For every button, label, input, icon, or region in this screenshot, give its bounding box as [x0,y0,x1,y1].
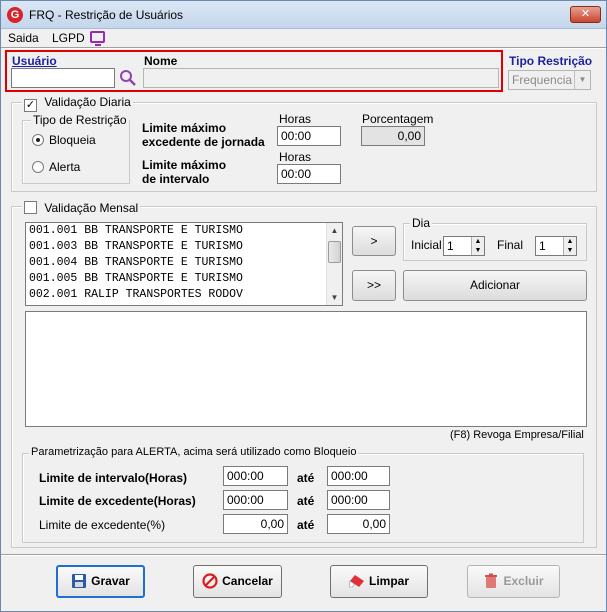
horas-label-1: Horas [279,112,312,126]
porcentagem-label: Porcentagem [362,112,434,126]
title-bar: G FRQ - Restrição de Usuários ✕ [1,1,606,29]
chevron-down-icon[interactable]: ▼ [574,71,590,89]
trash-icon [485,573,498,588]
usuario-label: Usuário [12,54,57,68]
list-item[interactable]: 001.003 BB TRANSPORTE E TURISMO [26,239,342,255]
usuario-input[interactable] [11,68,115,88]
limite-intervalo-label-1: Limite máximo [142,158,227,172]
tipo-restricao-label: Tipo Restrição [509,54,593,68]
ate-label-2: até [297,494,315,508]
scroll-down-icon[interactable]: ▼ [327,290,342,305]
excedente-pct-de-input[interactable]: 0,00 [223,514,288,534]
validacao-diaria-checkbox[interactable]: ✓ [24,99,37,112]
validacao-mensal-label: Validação Mensal [44,201,139,215]
limpar-button[interactable]: Limpar [330,565,428,598]
ate-label-3: até [297,518,315,532]
porcentagem-field: 0,00 [361,126,425,146]
limite-excedente-pct-label: Limite de excedente(%) [39,518,166,532]
limite-jornada-label-1: Limite máximo [142,121,227,135]
intervalo-ate-input[interactable]: 000:00 [327,466,390,486]
eraser-icon [348,574,364,588]
final-label: Final [497,238,524,252]
limite-intervalo-label-2: de intervalo [142,172,210,186]
limpar-label: Limpar [368,574,409,588]
selected-empresas-list[interactable] [25,311,587,427]
cancel-icon [202,573,218,589]
close-window-button[interactable]: ✕ [570,6,601,23]
cancelar-label: Cancelar [222,574,273,588]
excedente-pct-ate-input[interactable]: 0,00 [327,514,390,534]
nome-field [143,68,499,88]
list-item[interactable]: 002.001 RALIP TRANSPORTES RODOV [26,287,342,303]
ate-label-1: até [297,471,315,485]
menu-saida-label: Saida [8,31,39,45]
radio-alerta-label: Alerta [49,160,81,174]
list-item[interactable]: 001.001 BB TRANSPORTE E TURISMO [26,223,342,239]
list-scrollbar[interactable]: ▲ ▼ [326,223,342,305]
tipo-restricao-value: Frequencia [512,73,573,87]
intervalo-de-input[interactable]: 000:00 [223,466,288,486]
gravar-label: Gravar [91,574,130,588]
search-icon[interactable] [119,69,137,87]
scroll-up-icon[interactable]: ▲ [327,223,342,238]
tipo-restricao-group: Tipo de Restrição [22,113,130,184]
app-logo-icon: G [7,7,23,23]
cancelar-button[interactable]: Cancelar [193,565,282,598]
limite-intervalo-input[interactable]: 00:00 [277,164,341,184]
tipo-restricao-select[interactable]: Frequencia ▼ [508,70,591,90]
spinner-arrows-icon[interactable]: ▲ ▼ [471,237,484,255]
excedente-ate-input[interactable]: 000:00 [327,490,390,510]
menu-lgpd[interactable]: LGPD [52,31,85,45]
revoga-hint: (F8) Revoga Empresa/Filial [450,429,584,441]
limite-jornada-input[interactable]: 00:00 [277,126,341,146]
validacao-mensal-header: Validação Mensal [22,199,141,215]
empresa-filial-list[interactable]: 001.001 BB TRANSPORTE E TURISMO 001.003 … [25,222,343,306]
final-spinner[interactable]: 1 ▲ ▼ [535,236,577,256]
limite-excedente-horas-label: Limite de excedente(Horas) [39,494,196,508]
limite-jornada-label-2: excedente de jornada [142,135,265,149]
save-icon [72,573,87,588]
radio-alerta[interactable] [32,161,44,173]
validacao-diaria-header: ✓ Validação Diaria [22,95,133,112]
scroll-thumb[interactable] [328,241,341,263]
alerta-group-label: Parametrização para ALERTA, acima será u… [29,446,359,458]
validacao-diaria-label: Validação Diaria [44,95,131,109]
excedente-de-input[interactable]: 000:00 [223,490,288,510]
dia-group-label: Dia [410,216,433,230]
main-window: G FRQ - Restrição de Usuários ✕ Saida LG… [0,0,607,612]
list-item[interactable]: 001.004 BB TRANSPORTE E TURISMO [26,255,342,271]
list-item[interactable]: 001.005 BB TRANSPORTE E TURISMO [26,271,342,287]
adicionar-button[interactable]: Adicionar [403,270,587,301]
excluir-button[interactable]: Excluir [467,565,560,598]
tipo-restricao-group-label: Tipo de Restrição [31,113,129,127]
radio-bloqueia-label: Bloqueia [49,133,96,147]
menu-lgpd-label: LGPD [52,31,85,45]
menu-saida[interactable]: Saida [8,31,39,45]
move-one-button[interactable]: > [352,226,396,256]
inicial-value: 1 [447,239,454,253]
inicial-spinner[interactable]: 1 ▲ ▼ [443,236,485,256]
validacao-mensal-checkbox[interactable] [24,201,37,214]
move-all-button[interactable]: >> [352,270,396,301]
menu-separator [1,47,606,49]
excluir-label: Excluir [503,574,544,588]
monitor-icon[interactable] [90,31,105,46]
spinner-arrows-icon[interactable]: ▲ ▼ [563,237,576,255]
footer-separator [1,554,606,556]
gravar-button[interactable]: Gravar [56,565,145,598]
radio-bloqueia[interactable] [32,134,44,146]
nome-label: Nome [144,54,178,68]
final-value: 1 [539,239,546,253]
window-title: FRQ - Restrição de Usuários [29,8,184,22]
horas-label-2: Horas [279,150,312,164]
inicial-label: Inicial [411,238,442,252]
limite-intervalo-horas-label: Limite de intervalo(Horas) [39,471,188,485]
menu-bar: Saida LGPD [1,29,606,47]
